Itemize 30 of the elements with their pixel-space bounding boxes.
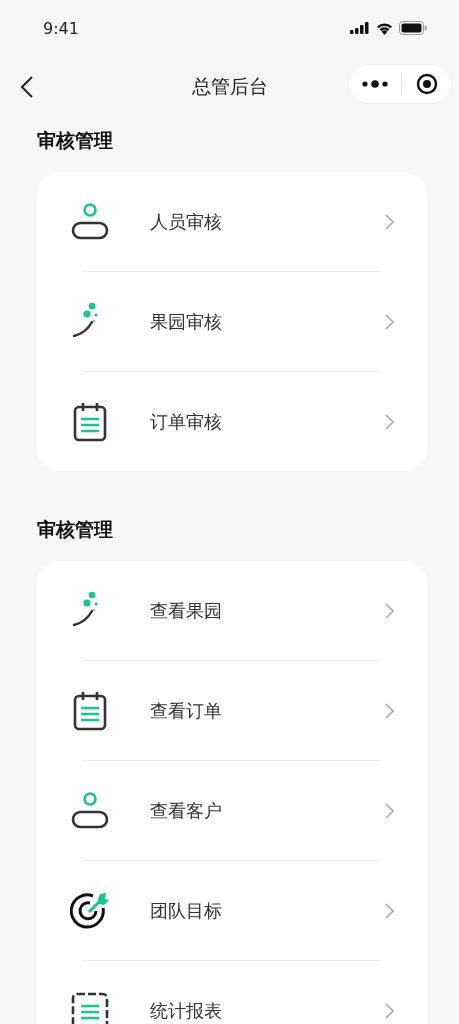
chevron-icon <box>385 902 394 919</box>
close-icon[interactable] <box>416 73 439 95</box>
status-time: 9:41 <box>43 18 79 38</box>
menu-item[interactable]: 查看客户 <box>37 761 427 860</box>
wifi-icon <box>376 21 393 35</box>
menu-item[interactable]: 果园审核 <box>37 272 427 371</box>
battery-icon <box>399 21 427 35</box>
chevron-icon <box>385 1002 394 1019</box>
section-title: 审核管理 <box>37 128 114 153</box>
signal-icon <box>350 22 370 34</box>
chevron-icon <box>385 802 394 819</box>
back-icon[interactable] <box>20 75 34 99</box>
menu-item[interactable]: 查看果园 <box>37 561 427 660</box>
menu-item[interactable]: 订单审核 <box>37 372 427 471</box>
target-icon <box>70 890 110 931</box>
menu-item[interactable]: 统计报表 <box>37 961 427 1024</box>
chevron-icon <box>385 213 394 230</box>
page-title: 总管后台 <box>190 74 269 99</box>
menu-item[interactable]: 人员审核 <box>37 172 427 271</box>
section-title: 审核管理 <box>37 517 114 542</box>
chevron-icon <box>385 702 394 719</box>
menu-item[interactable]: 团队目标 <box>37 861 427 960</box>
chevron-icon <box>385 413 394 430</box>
more-icon[interactable] <box>361 80 388 88</box>
report-icon <box>70 990 110 1024</box>
person-icon <box>70 201 110 242</box>
chevron-icon <box>385 313 394 330</box>
menu-item[interactable]: 查看订单 <box>37 661 427 760</box>
person-icon <box>70 790 110 831</box>
chevron-icon <box>385 602 394 619</box>
